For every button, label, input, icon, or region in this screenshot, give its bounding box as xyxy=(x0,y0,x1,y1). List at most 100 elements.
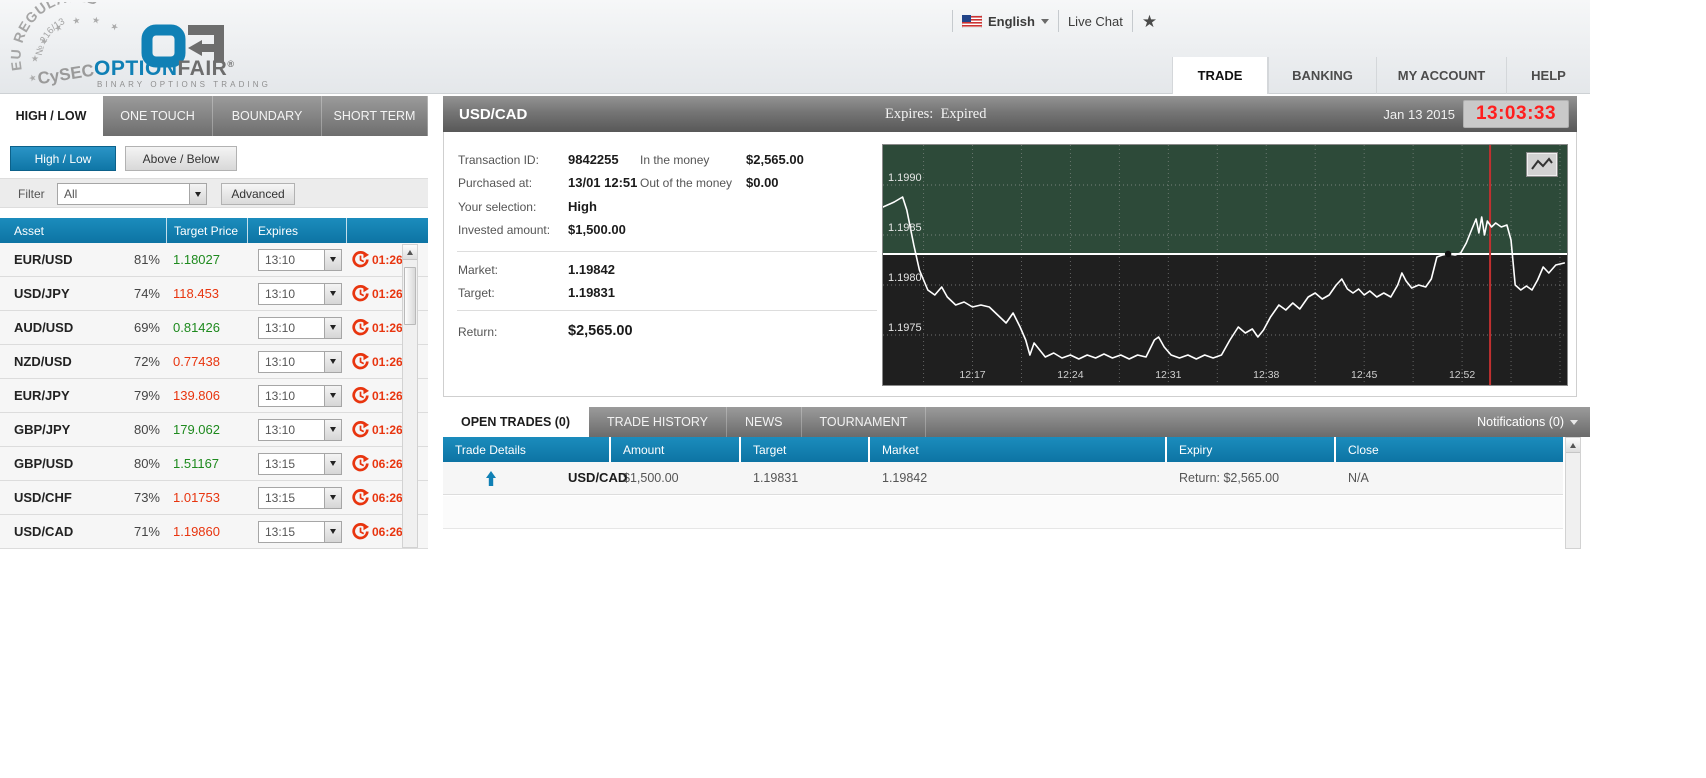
countdown-timer: 01:26 xyxy=(372,354,403,369)
price-chart-svg: 1.1990 1.1985 1.1980 1.1975 12:17 12:24 12:31 1… xyxy=(883,145,1567,385)
asset-payout: 81% xyxy=(133,252,160,267)
option-type-tabs: HIGH / LOW ONE TOUCH BOUNDARY SHORT TERM xyxy=(0,96,428,136)
expiry-select[interactable]: 13:15 xyxy=(258,486,342,509)
asset-name: EUR/USD xyxy=(14,252,73,267)
countdown-clock-icon xyxy=(352,319,369,336)
asset-target-price: 139.806 xyxy=(173,388,220,403)
column-header-market: Market xyxy=(870,437,1167,462)
nav-tab-help[interactable]: HELP xyxy=(1506,57,1590,94)
nav-tab-trade[interactable]: TRADE xyxy=(1172,57,1268,94)
open-trades-header: Trade Details Amount Target Market Expir… xyxy=(443,437,1563,462)
asset-payout: 80% xyxy=(133,422,160,437)
column-header-target-price: Target Price xyxy=(167,218,248,243)
scroll-up-button[interactable] xyxy=(403,245,417,260)
asset-name: USD/CHF xyxy=(14,490,72,505)
tab-short-term[interactable]: SHORT TERM xyxy=(322,96,428,136)
expiry-select[interactable]: 13:15 xyxy=(258,520,342,543)
notifications-dropdown[interactable]: Notifications (0) xyxy=(1477,407,1578,437)
expiry-select[interactable]: 13:10 xyxy=(258,418,342,441)
panel-expires: Expires: Expired xyxy=(885,105,987,122)
countdown-clock-icon xyxy=(352,455,369,472)
trade-expiry-return: Return: $2,565.00 xyxy=(1179,471,1280,485)
asset-row-eur-usd[interactable]: EUR/USD 81% 1.18027 13:10 01:26 xyxy=(0,243,428,277)
chevron-down-icon xyxy=(1040,18,1049,24)
divider xyxy=(457,310,877,311)
divider xyxy=(1057,10,1059,32)
expiry-select-value: 13:10 xyxy=(265,252,296,267)
asset-name: EUR/JPY xyxy=(14,388,70,403)
asset-row-aud-usd[interactable]: AUD/USD 69% 0.81426 13:10 01:26 xyxy=(0,311,428,345)
main-nav: TRADE BANKING MY ACCOUNT HELP xyxy=(1172,57,1590,94)
asset-row-eur-jpy[interactable]: EUR/JPY 79% 139.806 13:10 01:26 xyxy=(0,379,428,413)
chart-type-button[interactable] xyxy=(1526,152,1558,177)
expiry-select[interactable]: 13:10 xyxy=(258,282,342,305)
live-chat-link[interactable]: Live Chat xyxy=(1068,14,1123,29)
tab-high-low[interactable]: HIGH / LOW xyxy=(0,96,103,136)
column-header-trade-details: Trade Details xyxy=(443,437,611,462)
tab-open-trades[interactable]: OPEN TRADES (0) xyxy=(443,407,590,437)
asset-payout: 79% xyxy=(133,388,160,403)
asset-target-price: 179.062 xyxy=(173,422,220,437)
empty-row xyxy=(443,496,1563,529)
optionfair-logo[interactable]: EU REGULATED № 216/13 ★ ★ ★ ★ ★ ★ ★ CySE… xyxy=(7,0,290,92)
open-trade-row[interactable]: USD/CAD $1,500.00 1.19831 1.19842 Return… xyxy=(443,462,1563,495)
asset-row-nzd-usd[interactable]: NZD/USD 72% 0.77438 13:10 01:26 xyxy=(0,345,428,379)
scrollbar-thumb[interactable] xyxy=(404,267,416,325)
expiry-select[interactable]: 13:10 xyxy=(258,384,342,407)
open-trades-scrollbar[interactable] xyxy=(1565,437,1581,549)
asset-row-usd-chf[interactable]: USD/CHF 73% 1.01753 13:15 06:26 xyxy=(0,481,428,515)
y-axis-label: 1.1990 xyxy=(888,172,922,184)
nav-tab-my-account[interactable]: MY ACCOUNT xyxy=(1376,57,1506,94)
expiry-select[interactable]: 13:10 xyxy=(258,350,342,373)
dropdown-arrow-icon xyxy=(189,184,206,204)
asset-target-price: 118.453 xyxy=(173,286,220,301)
asset-target-price: 0.81426 xyxy=(173,320,220,335)
asset-row-usd-jpy[interactable]: USD/JPY 74% 118.453 13:10 01:26 xyxy=(0,277,428,311)
countdown-timer: 01:26 xyxy=(372,252,403,267)
expiry-select[interactable]: 13:10 xyxy=(258,248,342,271)
asset-row-usd-cad[interactable]: USD/CAD 71% 1.19860 13:15 06:26 xyxy=(0,515,428,549)
tab-news[interactable]: NEWS xyxy=(727,407,802,437)
x-axis-label: 12:17 xyxy=(959,369,985,381)
countdown-timer: 01:26 xyxy=(372,320,403,335)
asset-payout: 72% xyxy=(133,354,160,369)
expiry-select[interactable]: 13:15 xyxy=(258,452,342,475)
detail-value-market: 1.19842 xyxy=(568,262,615,277)
tab-tournament[interactable]: TOURNAMENT xyxy=(802,407,927,437)
nav-tab-banking[interactable]: BANKING xyxy=(1268,57,1376,94)
column-header-amount: Amount xyxy=(611,437,741,462)
detail-label: In the money xyxy=(640,153,710,167)
asset-list-scrollbar[interactable] xyxy=(402,244,418,548)
bottom-tabs: OPEN TRADES (0) TRADE HISTORY NEWS TOURN… xyxy=(443,407,1590,437)
asset-row-gbp-jpy[interactable]: GBP/JPY 80% 179.062 13:10 01:26 xyxy=(0,413,428,447)
chevron-down-icon xyxy=(1570,419,1578,425)
language-selector[interactable]: English xyxy=(962,14,1049,29)
tab-one-touch[interactable]: ONE TOUCH xyxy=(103,96,213,136)
tab-boundary[interactable]: BOUNDARY xyxy=(213,96,322,136)
dropdown-arrow-icon xyxy=(324,419,341,440)
countdown-clock-icon xyxy=(352,421,369,438)
expiry-select[interactable]: 13:10 xyxy=(258,316,342,339)
countdown-cell: 01:26 xyxy=(352,319,403,336)
detail-label: Target: xyxy=(458,286,495,300)
asset-target-price: 1.19860 xyxy=(173,524,220,539)
column-header-close: Close xyxy=(1336,437,1563,462)
countdown-cell: 01:26 xyxy=(352,387,403,404)
dropdown-arrow-icon xyxy=(324,487,341,508)
advanced-button[interactable]: Advanced xyxy=(221,183,295,205)
asset-table-body: EUR/USD 81% 1.18027 13:10 01:26 USD/JPY 74% 118… xyxy=(0,243,428,549)
trade-target: 1.19831 xyxy=(753,471,799,485)
scroll-up-button[interactable] xyxy=(1566,438,1580,453)
filter-select[interactable]: All xyxy=(57,183,207,205)
above-below-button[interactable]: Above / Below xyxy=(125,146,237,171)
detail-value-in-money: $2,565.00 xyxy=(746,152,804,167)
asset-target-price: 0.77438 xyxy=(173,354,220,369)
asset-row-gbp-usd[interactable]: GBP/USD 80% 1.51167 13:15 06:26 xyxy=(0,447,428,481)
tab-trade-history[interactable]: TRADE HISTORY xyxy=(589,407,727,437)
favorites-star-icon[interactable]: ★ xyxy=(1142,13,1157,30)
high-low-button[interactable]: High / Low xyxy=(10,146,116,171)
trade-market: 1.19842 xyxy=(882,471,928,485)
mode-buttons: High / Low Above / Below xyxy=(0,146,428,172)
dropdown-arrow-icon xyxy=(324,317,341,338)
detail-label: Purchased at: xyxy=(458,176,533,190)
